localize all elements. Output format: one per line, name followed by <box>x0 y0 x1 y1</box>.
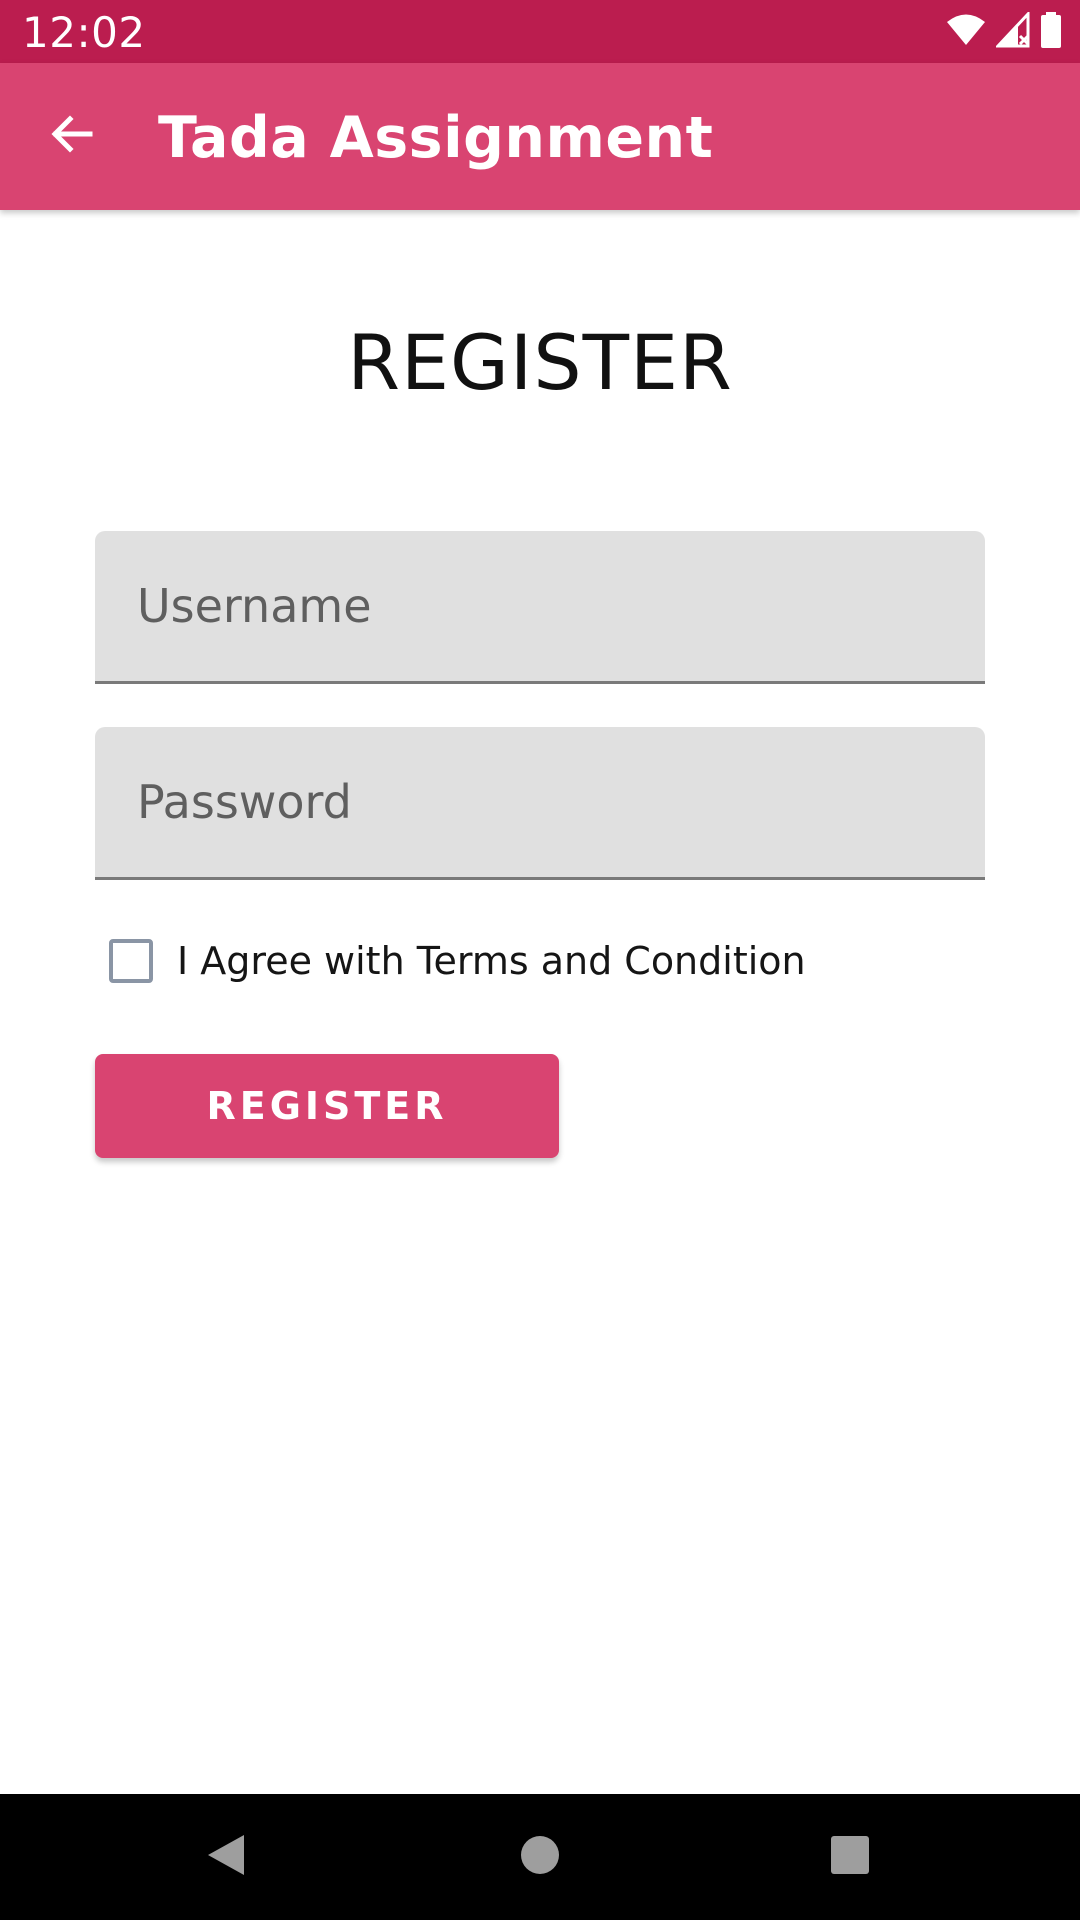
terms-row[interactable]: I Agree with Terms and Condition <box>109 936 806 986</box>
nav-back-button[interactable] <box>193 1824 259 1890</box>
password-field <box>95 727 985 880</box>
status-icons <box>946 9 1062 53</box>
cell-signal-icon <box>994 9 1030 53</box>
terms-label: I Agree with Terms and Condition <box>177 939 806 983</box>
terms-checkbox[interactable] <box>109 939 153 983</box>
battery-icon <box>1040 11 1062 53</box>
back-button[interactable] <box>36 100 108 172</box>
app-title: Tada Assignment <box>158 105 714 171</box>
arrow-back-icon <box>48 110 96 163</box>
nav-back-icon <box>204 1831 248 1884</box>
nav-recents-icon <box>829 1834 871 1881</box>
page-title: REGISTER <box>347 318 733 407</box>
app-bar: Tada Assignment <box>0 63 1080 210</box>
status-bar: 12:02 <box>0 0 1080 63</box>
password-input[interactable] <box>95 727 985 877</box>
register-screen: 12:02 Tada Assignment REGISTER Username … <box>0 0 1080 1920</box>
register-button[interactable]: REGISTER <box>95 1054 559 1158</box>
wifi-icon <box>946 13 986 52</box>
username-input[interactable] <box>95 531 985 681</box>
nav-home-icon <box>519 1834 561 1881</box>
navigation-bar <box>0 1794 1080 1920</box>
nav-recents-button[interactable] <box>817 1824 883 1890</box>
username-field <box>95 531 985 684</box>
nav-home-button[interactable] <box>507 1824 573 1890</box>
status-time: 12:02 <box>22 8 146 57</box>
